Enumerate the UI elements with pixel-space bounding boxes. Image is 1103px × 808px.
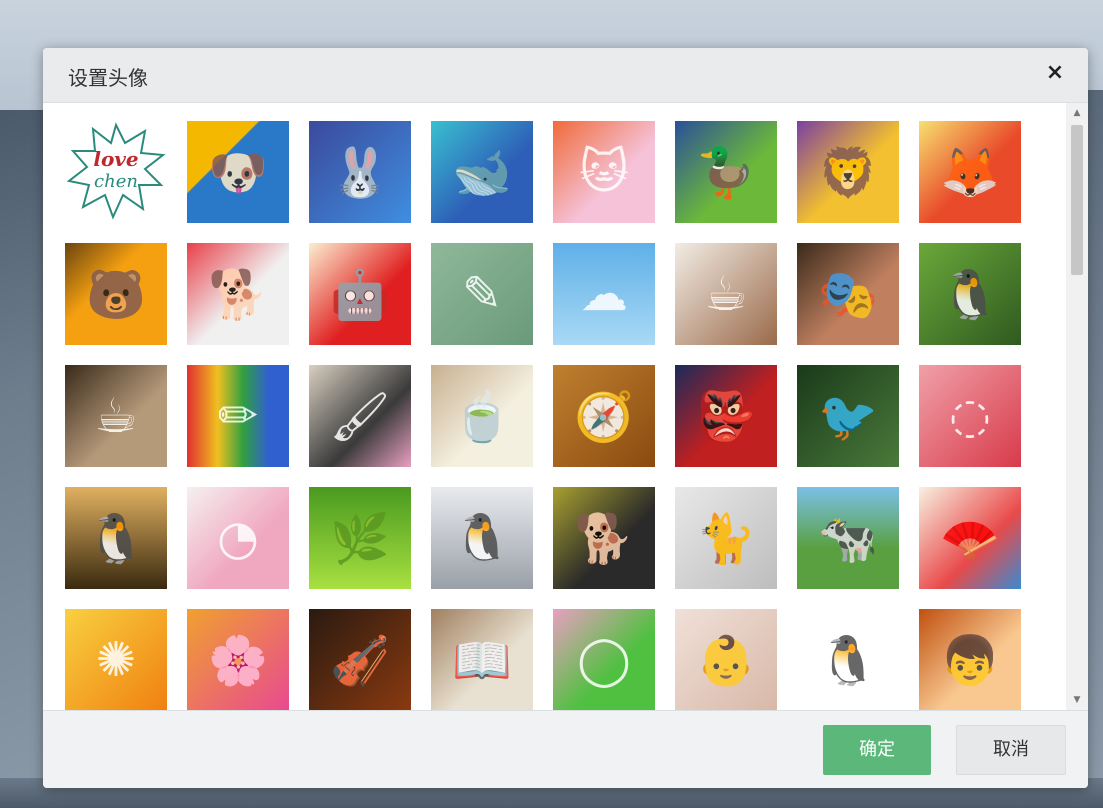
hummingbird-avatar[interactable]: 🐦: [797, 365, 899, 467]
latte-avatar-icon: ☕: [94, 388, 138, 444]
set-avatar-dialog: 设置头像 × love chen 🐶 🐰 🐋 🐱 🦆 🦁 🦊 🐻 🐕 🤖 ✎ ☁ ☕ 🎭 🐧 ☕ ✏ 🖌 🍵 🧭 👺 🐦 ◌ 🐧 ◔…: [43, 48, 1088, 788]
anime-boy-avatar-icon: 👦: [940, 632, 1000, 689]
love-chen-avatar[interactable]: love chen: [65, 121, 167, 223]
husky-avatar-icon: 🐕: [574, 510, 634, 567]
pink-cat-avatar[interactable]: 🐱: [553, 121, 655, 223]
avatar-picker-body: love chen 🐶 🐰 🐋 🐱 🦆 🦁 🦊 🐻 🐕 🤖 ✎ ☁ ☕ 🎭 🐧 ☕ ✏ 🖌 🍵 🧭 👺 🐦 ◌ 🐧 ◔ 🌿 🐧 🐕 🐈 🐄 🪭 ✺…: [43, 103, 1088, 710]
dialog-header: 设置头像 ×: [43, 48, 1088, 103]
penguin-family-avatar-icon: 🐧: [452, 510, 512, 567]
scroll-thumb[interactable]: [1071, 125, 1083, 275]
opera-mask-avatar[interactable]: 👺: [675, 365, 777, 467]
pink-head-avatar-icon: ◌: [949, 388, 991, 444]
baby-avatar-icon: 👶: [696, 632, 756, 689]
latte-avatar[interactable]: ☕: [65, 365, 167, 467]
blue-whale-avatar-icon: 🐋: [452, 144, 512, 201]
chalk-head-avatar[interactable]: ✎: [431, 243, 533, 345]
hummingbird-avatar-icon: 🐦: [818, 388, 878, 445]
svg-text:chen: chen: [94, 171, 138, 192]
pink-flower-avatar[interactable]: 🌸: [187, 609, 289, 710]
dialog-footer: 确定 取消: [43, 710, 1088, 788]
meadow-avatar[interactable]: 🐄: [797, 487, 899, 589]
husky-avatar[interactable]: 🐕: [553, 487, 655, 589]
penguins-sunset-avatar-icon: 🐧: [86, 510, 146, 567]
white-dog-avatar-icon: 🐕: [208, 266, 268, 323]
close-icon[interactable]: ×: [1042, 60, 1068, 86]
yellow-lion-avatar-icon: 🦁: [818, 144, 878, 201]
cancel-button[interactable]: 取消: [956, 725, 1066, 775]
chalk-head-avatar-icon: ✎: [461, 266, 503, 322]
pencils-avatar-icon: ✏: [217, 388, 259, 444]
opera-face-avatar-icon: 🎭: [818, 266, 878, 323]
opera-mask-avatar-icon: 👺: [696, 388, 756, 445]
white-cat-avatar[interactable]: 🐈: [675, 487, 777, 589]
violin-avatar-icon: 🎻: [330, 632, 390, 689]
blue-whale-avatar[interactable]: 🐋: [431, 121, 533, 223]
compass-avatar-icon: 🧭: [574, 388, 634, 445]
blue-rabbit-avatar-icon: 🐰: [330, 144, 390, 201]
scroll-down-arrow-icon[interactable]: ▼: [1066, 692, 1088, 708]
red-fox-avatar-icon: 🦊: [940, 144, 1000, 201]
book-pen-avatar[interactable]: 📖: [431, 609, 533, 710]
green-grass-avatar-icon: 🌿: [330, 510, 390, 567]
pink-flower-avatar-icon: 🌸: [208, 632, 268, 689]
swim-rings-avatar-icon: ◯: [577, 632, 631, 688]
scroll-up-arrow-icon[interactable]: ▲: [1066, 105, 1088, 121]
pink-paper-avatar-icon: ◔: [217, 510, 259, 566]
swim-rings-avatar[interactable]: ◯: [553, 609, 655, 710]
tea-cup-avatar-icon: 🍵: [452, 388, 512, 445]
white-cat-avatar-icon: 🐈: [696, 510, 756, 567]
avatar-grid: love chen 🐶 🐰 🐋 🐱 🦆 🦁 🦊 🐻 🐕 🤖 ✎ ☁ ☕ 🎭 🐧 ☕ ✏ 🖌 🍵 🧭 👺 🐦 ◌ 🐧 ◔ 🌿 🐧 🐕 🐈 🐄 🪭 ✺…: [65, 121, 1045, 710]
violin-avatar[interactable]: 🎻: [309, 609, 411, 710]
penguins-sunset-avatar[interactable]: 🐧: [65, 487, 167, 589]
baby-avatar[interactable]: 👶: [675, 609, 777, 710]
anime-boy-avatar[interactable]: 👦: [919, 609, 1021, 710]
red-robot-avatar[interactable]: 🤖: [309, 243, 411, 345]
penguin-green-avatar-icon: 🐧: [940, 266, 1000, 323]
pink-cat-avatar-icon: 🐱: [578, 144, 630, 200]
orange-bear-avatar-icon: 🐻: [86, 266, 146, 323]
blue-rabbit-avatar[interactable]: 🐰: [309, 121, 411, 223]
red-fox-avatar[interactable]: 🦊: [919, 121, 1021, 223]
orange-swirl-avatar-icon: ✺: [95, 632, 137, 688]
sky-smile-avatar[interactable]: ☁: [553, 243, 655, 345]
coffee-cup-avatar[interactable]: ☕: [675, 243, 777, 345]
orange-swirl-avatar[interactable]: ✺: [65, 609, 167, 710]
penguin-family-avatar[interactable]: 🐧: [431, 487, 533, 589]
yellow-lion-avatar[interactable]: 🦁: [797, 121, 899, 223]
blue-dog-avatar-icon: 🐶: [208, 144, 268, 201]
tea-cup-avatar[interactable]: 🍵: [431, 365, 533, 467]
pencils-avatar[interactable]: ✏: [187, 365, 289, 467]
sky-smile-avatar-icon: ☁: [580, 266, 628, 322]
ink-stone-avatar[interactable]: 🖌: [309, 365, 411, 467]
dialog-title: 设置头像: [68, 66, 148, 90]
meadow-avatar-icon: 🐄: [818, 510, 878, 567]
qq-penguin-avatar[interactable]: 🐧: [797, 609, 899, 710]
opera-fan-avatar-icon: 🪭: [940, 510, 1000, 567]
svg-text:love: love: [93, 147, 138, 171]
opera-fan-avatar[interactable]: 🪭: [919, 487, 1021, 589]
red-robot-avatar-icon: 🤖: [330, 266, 390, 323]
book-pen-avatar-icon: 📖: [452, 632, 512, 689]
coffee-cup-avatar-icon: ☕: [704, 266, 748, 322]
pink-paper-avatar[interactable]: ◔: [187, 487, 289, 589]
green-grass-avatar[interactable]: 🌿: [309, 487, 411, 589]
qq-penguin-avatar-icon: 🐧: [818, 632, 878, 689]
confirm-button[interactable]: 确定: [823, 725, 931, 775]
green-duck-avatar[interactable]: 🦆: [675, 121, 777, 223]
blue-dog-avatar[interactable]: 🐶: [187, 121, 289, 223]
pink-head-avatar[interactable]: ◌: [919, 365, 1021, 467]
scrollbar[interactable]: ▲ ▼: [1066, 103, 1088, 710]
green-duck-avatar-icon: 🦆: [696, 144, 756, 201]
penguin-green-avatar[interactable]: 🐧: [919, 243, 1021, 345]
opera-face-avatar[interactable]: 🎭: [797, 243, 899, 345]
orange-bear-avatar[interactable]: 🐻: [65, 243, 167, 345]
ink-stone-avatar-icon: 🖌: [329, 388, 391, 445]
love-chen-badge-image: love chen: [65, 121, 167, 223]
white-dog-avatar[interactable]: 🐕: [187, 243, 289, 345]
compass-avatar[interactable]: 🧭: [553, 365, 655, 467]
